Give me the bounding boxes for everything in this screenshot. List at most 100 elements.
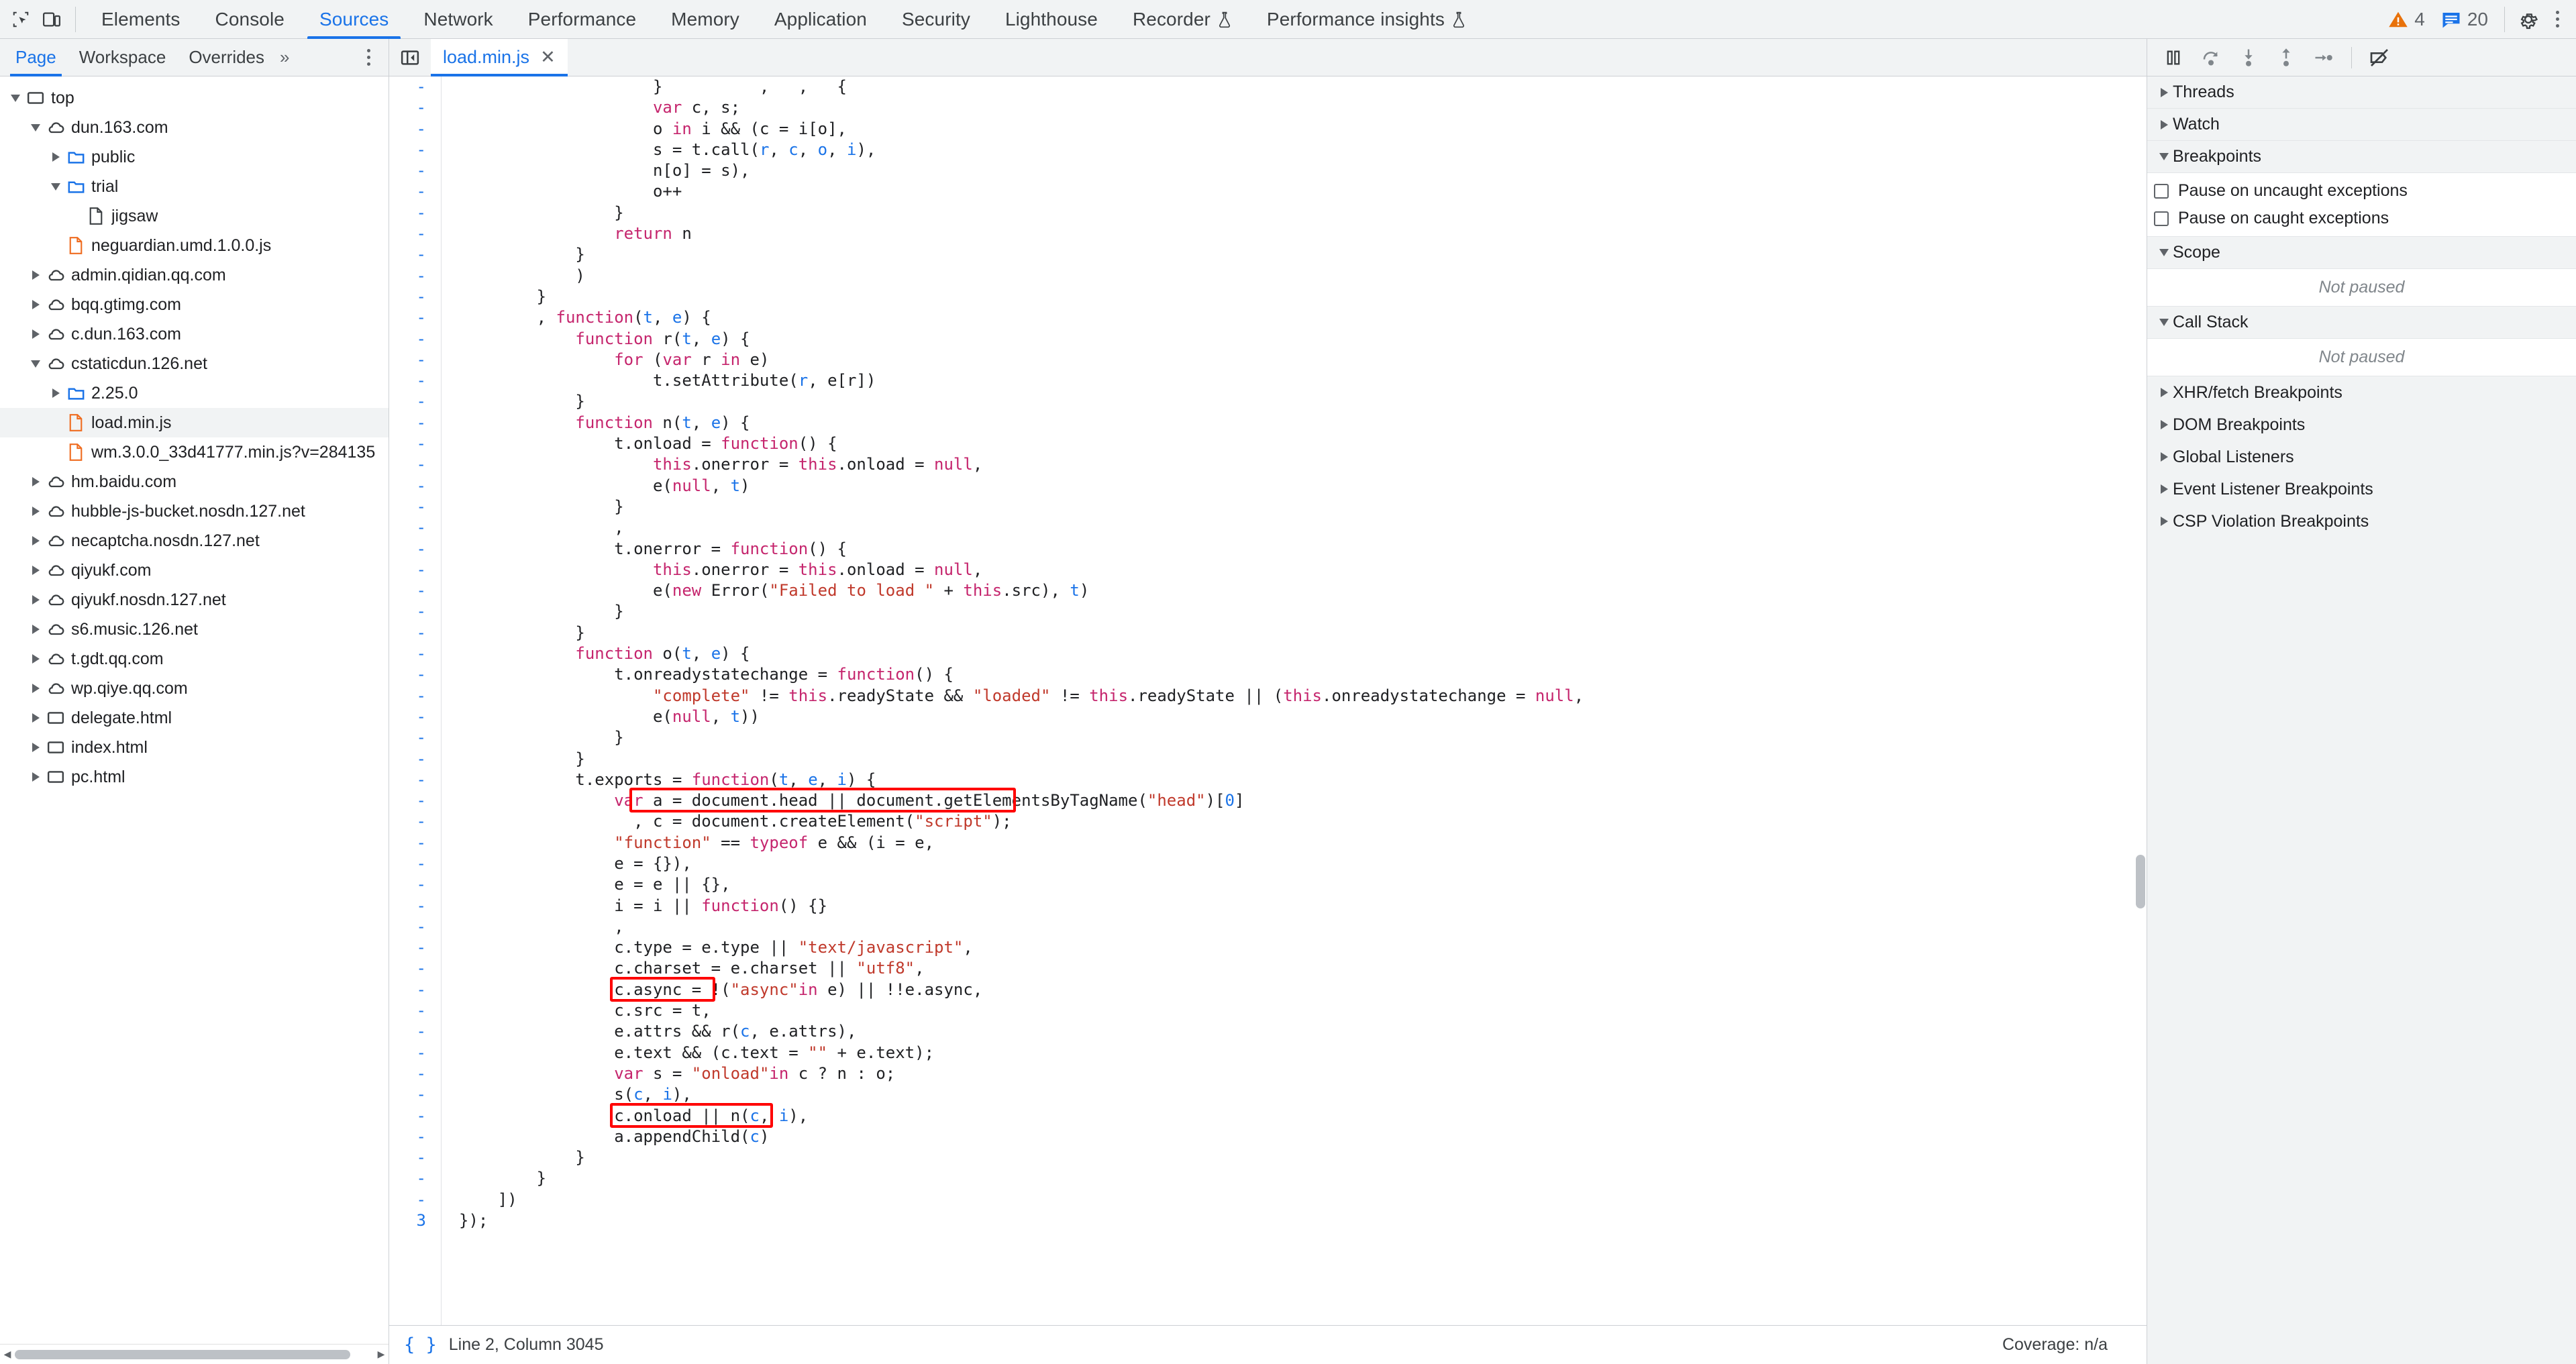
tree-item[interactable]: s6.music.126.net — [0, 615, 389, 644]
pause-on-caught-exceptions-row[interactable]: Pause on caught exceptions — [2147, 205, 2576, 232]
tab-lighthouse[interactable]: Lighthouse — [988, 0, 1115, 39]
line-number[interactable]: - — [389, 223, 426, 244]
line-number[interactable]: - — [389, 97, 426, 118]
tree-item[interactable]: neguardian.umd.1.0.0.js — [0, 231, 389, 260]
navigator-more-options-icon[interactable] — [355, 43, 382, 72]
close-icon[interactable]: ✕ — [540, 48, 556, 66]
line-number[interactable]: - — [389, 1043, 426, 1063]
tab-sources[interactable]: Sources — [302, 0, 406, 39]
code-viewport[interactable]: ----------------------------------------… — [389, 76, 2147, 1325]
line-number[interactable]: - — [389, 244, 426, 265]
tree-item[interactable]: trial — [0, 172, 389, 201]
step-out-icon[interactable] — [2269, 42, 2303, 73]
chevron-down-icon[interactable] — [27, 360, 44, 368]
section-event-listener-breakpoints[interactable]: Event Listener Breakpoints — [2147, 473, 2576, 505]
tree-item[interactable]: qiyukf.nosdn.127.net — [0, 585, 389, 615]
tab-performance[interactable]: Performance — [511, 0, 654, 39]
chevron-right-icon[interactable] — [27, 477, 44, 486]
line-number[interactable]: - — [389, 76, 426, 97]
line-number[interactable]: - — [389, 496, 426, 517]
tree-item[interactable]: t.gdt.qq.com — [0, 644, 389, 674]
tab-elements[interactable]: Elements — [84, 0, 198, 39]
line-number[interactable]: - — [389, 874, 426, 895]
line-number[interactable]: - — [389, 1126, 426, 1147]
line-number[interactable]: - — [389, 286, 426, 307]
line-number[interactable]: - — [389, 1021, 426, 1042]
chevron-down-icon[interactable] — [7, 94, 24, 102]
tab-memory[interactable]: Memory — [654, 0, 757, 39]
chevron-right-icon[interactable] — [27, 625, 44, 634]
line-number[interactable]: - — [389, 454, 426, 475]
tree-item[interactable]: public — [0, 142, 389, 172]
line-number[interactable]: - — [389, 833, 426, 853]
line-number[interactable]: - — [389, 937, 426, 958]
more-options-icon[interactable] — [2544, 5, 2571, 34]
line-number[interactable]: - — [389, 980, 426, 1000]
line-number[interactable]: - — [389, 539, 426, 560]
section-scope[interactable]: Scope — [2147, 237, 2576, 269]
line-number[interactable]: - — [389, 350, 426, 370]
chevron-right-icon[interactable] — [27, 566, 44, 575]
tree-item[interactable]: necaptcha.nosdn.127.net — [0, 526, 389, 556]
chevron-right-icon[interactable] — [27, 595, 44, 605]
line-number[interactable]: - — [389, 580, 426, 601]
tab-performance-insights[interactable]: Performance insights — [1249, 0, 1484, 39]
tree-item[interactable]: admin.qidian.qq.com — [0, 260, 389, 290]
checkbox[interactable] — [2154, 211, 2169, 226]
editor-tab-load-min-js[interactable]: load.min.js ✕ — [431, 38, 568, 76]
line-number[interactable]: - — [389, 181, 426, 202]
line-number[interactable]: - — [389, 896, 426, 916]
chevron-right-icon[interactable] — [27, 507, 44, 516]
tree-item[interactable]: dun.163.com — [0, 113, 389, 142]
tree-item[interactable]: qiyukf.com — [0, 556, 389, 585]
scroll-right-arrow-icon[interactable]: ▶ — [374, 1349, 389, 1360]
section-xhr-fetch-breakpoints[interactable]: XHR/fetch Breakpoints — [2147, 376, 2576, 409]
tree-item[interactable]: load.min.js — [0, 408, 389, 437]
line-number[interactable]: - — [389, 560, 426, 580]
line-number[interactable]: - — [389, 790, 426, 811]
tab-console[interactable]: Console — [198, 0, 302, 39]
deactivate-breakpoints-icon[interactable] — [2363, 42, 2396, 73]
section-dom-breakpoints[interactable]: DOM Breakpoints — [2147, 409, 2576, 441]
tree-item[interactable]: hm.baidu.com — [0, 467, 389, 496]
line-number[interactable]: - — [389, 853, 426, 874]
chevron-right-icon[interactable] — [47, 388, 64, 398]
inspect-element-icon[interactable] — [5, 4, 36, 35]
chevron-right-icon[interactable] — [27, 300, 44, 309]
file-tree[interactable]: top dun.163.com public trial jigsaw neguardia… — [0, 76, 389, 1344]
chevron-right-icon[interactable] — [27, 772, 44, 782]
line-number[interactable]: - — [389, 958, 426, 979]
section-csp-violation-breakpoints[interactable]: CSP Violation Breakpoints — [2147, 505, 2576, 537]
line-number[interactable]: - — [389, 476, 426, 496]
tab-network[interactable]: Network — [406, 0, 510, 39]
line-number[interactable]: - — [389, 370, 426, 391]
line-number[interactable]: - — [389, 329, 426, 350]
tree-item[interactable]: bqq.gtimg.com — [0, 290, 389, 319]
show-navigator-icon[interactable] — [395, 42, 425, 73]
line-number[interactable]: - — [389, 266, 426, 286]
scrollbar-thumb[interactable] — [15, 1349, 350, 1359]
line-number[interactable]: - — [389, 1084, 426, 1105]
section-threads[interactable]: Threads — [2147, 76, 2576, 109]
section-call-stack[interactable]: Call Stack — [2147, 307, 2576, 339]
line-number[interactable]: - — [389, 1168, 426, 1189]
section-watch[interactable]: Watch — [2147, 109, 2576, 141]
code-content[interactable]: } , , { var c, s; o in i && (c = i[o], s… — [442, 76, 2147, 1325]
line-number[interactable]: - — [389, 1000, 426, 1021]
line-number[interactable]: 3 — [389, 1210, 426, 1231]
line-number[interactable]: - — [389, 664, 426, 685]
pause-icon[interactable] — [2157, 42, 2190, 73]
line-number[interactable]: - — [389, 706, 426, 727]
chevron-right-icon[interactable] — [27, 654, 44, 664]
chevron-right-icon[interactable] — [47, 152, 64, 162]
navigator-horizontal-scrollbar[interactable]: ◀ ▶ — [0, 1344, 389, 1364]
checkbox[interactable] — [2154, 183, 2169, 199]
editor-vertical-scrollbar[interactable] — [2136, 855, 2145, 908]
section-global-listeners[interactable]: Global Listeners — [2147, 441, 2576, 473]
tree-item[interactable]: wm.3.0.0_33d41777.min.js?v=284135 — [0, 437, 389, 467]
line-number[interactable]: - — [389, 811, 426, 832]
warning-count-badge[interactable]: 4 — [2380, 9, 2433, 30]
line-number[interactable]: - — [389, 433, 426, 454]
tab-security[interactable]: Security — [884, 0, 988, 39]
scroll-left-arrow-icon[interactable]: ◀ — [0, 1349, 15, 1360]
